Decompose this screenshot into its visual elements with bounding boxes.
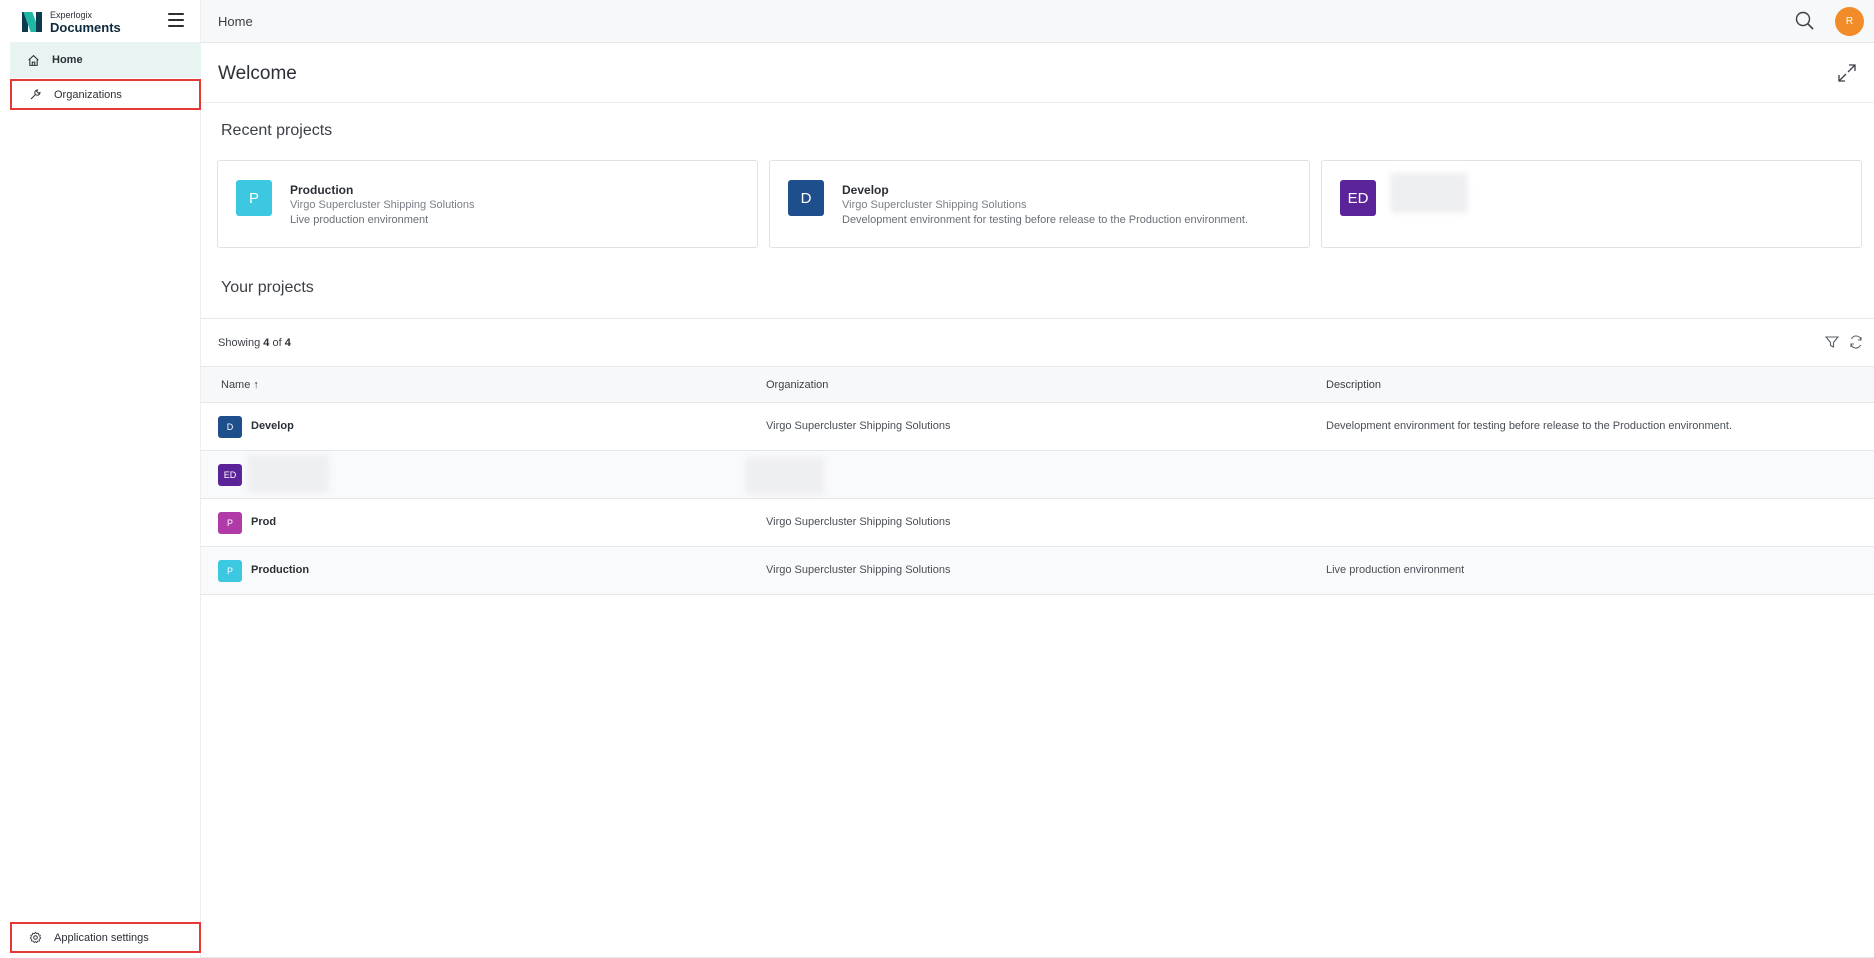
gear-icon [28, 931, 42, 945]
card-title: Production [290, 183, 354, 197]
project-avatar: P [236, 180, 272, 216]
brand-company: Experlogix [50, 9, 93, 20]
sidebar-item-label: Application settings [54, 931, 149, 944]
experlogix-logo-icon [22, 12, 42, 32]
project-avatar: P [218, 512, 242, 534]
expand-icon[interactable] [1836, 62, 1858, 84]
recent-projects-title: Recent projects [221, 122, 333, 139]
sidebar-item-label: Home [52, 54, 83, 66]
recent-card-production[interactable]: P Production Virgo Supercluster Shipping… [217, 160, 758, 248]
table-row[interactable]: D Develop Virgo Supercluster Shipping So… [201, 403, 1874, 451]
sidebar-item-label: Organizations [54, 88, 122, 101]
welcome-header: Welcome [201, 43, 1874, 103]
sidebar-item-home[interactable]: Home [10, 42, 201, 78]
home-icon [26, 53, 40, 67]
card-title: Develop [842, 183, 889, 197]
project-avatar: D [788, 180, 824, 216]
project-organization: Virgo Supercluster Shipping Solutions [766, 516, 951, 528]
card-organization: Virgo Supercluster Shipping Solutions [290, 199, 475, 211]
sidebar-item-organizations[interactable]: Organizations [10, 79, 201, 110]
project-avatar: P [218, 560, 242, 582]
project-description: Development environment for testing befo… [1326, 420, 1733, 432]
redacted-text [247, 455, 329, 493]
brand-product: Documents [50, 19, 121, 35]
filter-icon[interactable] [1824, 334, 1840, 350]
sidebar-item-application-settings[interactable]: Application settings [10, 922, 201, 953]
table-row[interactable]: P Production Virgo Supercluster Shipping… [201, 547, 1874, 595]
showing-count: Showing 4 of 4 [218, 337, 291, 349]
project-avatar: D [218, 416, 242, 438]
redacted-text [1390, 173, 1468, 213]
refresh-icon[interactable] [1848, 334, 1864, 350]
table-row[interactable]: P Prod Virgo Supercluster Shipping Solut… [201, 499, 1874, 547]
project-organization: Virgo Supercluster Shipping Solutions [766, 564, 951, 576]
card-organization: Virgo Supercluster Shipping Solutions [842, 199, 1027, 211]
project-name: Prod [251, 516, 277, 528]
sidebar: Experlogix Documents Home Organizations … [10, 0, 201, 958]
project-name: Develop [251, 420, 294, 432]
projects-table: Showing 4 of 4 Name ↑ Organization Descr… [201, 318, 1874, 595]
sort-arrow-icon: ↑ [253, 379, 259, 391]
project-avatar: ED [1340, 180, 1376, 216]
recent-projects-cards: P Production Virgo Supercluster Shipping… [217, 160, 1862, 248]
table-row[interactable]: ED [201, 451, 1874, 499]
redacted-text [746, 457, 824, 495]
recent-card-develop[interactable]: D Develop Virgo Supercluster Shipping So… [769, 160, 1310, 248]
card-description: Live production environment [290, 214, 429, 226]
table-header: Name ↑ Organization Description [201, 367, 1874, 403]
search-icon[interactable] [1794, 10, 1816, 32]
column-header-name[interactable]: Name ↑ [221, 379, 259, 391]
recent-card-redacted[interactable]: ED [1321, 160, 1862, 248]
top-bar: Home R [201, 0, 1874, 43]
card-description: Development environment for testing befo… [842, 214, 1249, 226]
project-name: Production [251, 564, 310, 576]
hamburger-menu-icon[interactable] [168, 13, 184, 27]
page-title: Welcome [218, 63, 297, 84]
brand-logo[interactable]: Experlogix Documents [22, 10, 121, 34]
wrench-icon [28, 88, 42, 102]
user-avatar[interactable]: R [1835, 7, 1864, 36]
project-avatar: ED [218, 464, 242, 486]
project-organization: Virgo Supercluster Shipping Solutions [766, 420, 951, 432]
column-header-description[interactable]: Description [1326, 379, 1381, 391]
column-header-organization[interactable]: Organization [766, 379, 828, 391]
breadcrumb[interactable]: Home [218, 14, 253, 29]
table-toolbar: Showing 4 of 4 [201, 319, 1874, 367]
project-description: Live production environment [1326, 564, 1465, 576]
your-projects-title: Your projects [221, 279, 314, 296]
